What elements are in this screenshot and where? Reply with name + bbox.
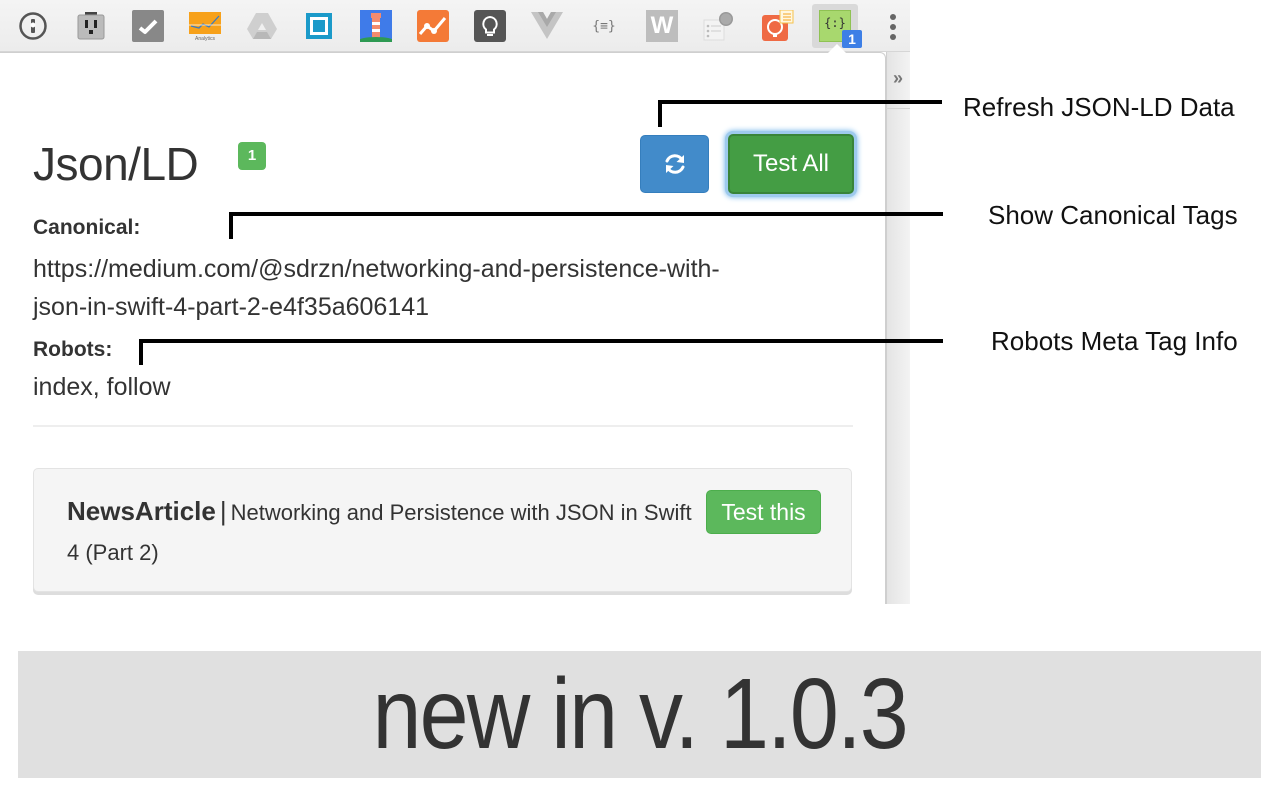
item-type: NewsArticle <box>67 496 216 526</box>
overflow-chevron-icon[interactable]: » <box>893 68 903 89</box>
browser-menu-icon[interactable] <box>885 12 901 42</box>
refresh-icon <box>665 154 684 174</box>
test-all-button[interactable]: Test All <box>728 134 854 194</box>
item-description: NewsArticle | Networking and Persistence w… <box>67 491 697 573</box>
callout-robots: Robots Meta Tag Info <box>991 326 1238 356</box>
idea-list-icon[interactable] <box>760 9 794 43</box>
version-banner-text: new in v. 1.0.3 <box>372 658 908 770</box>
count-badge: 1 <box>238 142 266 170</box>
lighthouse-icon[interactable] <box>359 9 393 43</box>
jsonld-extension-icon[interactable]: {:} 1 <box>812 4 862 48</box>
jsonld-item-card: NewsArticle | Networking and Persistence w… <box>33 468 852 592</box>
canonical-label: Canonical: <box>33 216 141 239</box>
checkmark-extension-icon[interactable] <box>131 9 165 43</box>
robots-value: index, follow <box>33 373 171 401</box>
divider <box>33 425 853 427</box>
1password-icon[interactable] <box>16 9 50 43</box>
callout-line-canonical <box>229 212 233 239</box>
canonical-url-line1: https://medium.com/@sdrzn/networking-and… <box>33 255 720 283</box>
divider <box>886 108 910 109</box>
callout-canonical: Show Canonical Tags <box>988 200 1238 230</box>
item-separator: | <box>219 496 227 526</box>
refresh-button[interactable] <box>640 135 709 193</box>
browser-toolbar: Analytics {≡} W {:} 1 <box>0 0 910 52</box>
version-banner: new in v. 1.0.3 <box>18 651 1261 778</box>
outlet-icon[interactable] <box>74 9 108 43</box>
analytics-icon[interactable]: Analytics <box>188 9 222 43</box>
callout-line-canonical <box>229 212 943 216</box>
square-frame-icon[interactable] <box>302 9 336 43</box>
callout-refresh: Refresh JSON-LD Data <box>963 92 1235 122</box>
popup-arrow <box>828 44 846 53</box>
svg-text:Analytics: Analytics <box>195 36 216 42</box>
browser-side-strip <box>886 52 910 604</box>
canonical-url-line2: json-in-swift-4-part-2-e4f35a606141 <box>33 293 430 321</box>
callout-line-refresh <box>658 100 942 104</box>
page-title: Json/LD <box>33 138 199 190</box>
vue-icon[interactable] <box>530 9 564 43</box>
lightbulb-icon[interactable] <box>473 9 507 43</box>
drive-icon[interactable] <box>245 9 279 43</box>
test-this-button[interactable]: Test this <box>706 490 821 534</box>
robots-label: Robots: <box>33 338 113 361</box>
tasks-clock-icon[interactable] <box>702 9 736 43</box>
callout-line-refresh <box>658 100 662 127</box>
callout-line-robots <box>139 339 943 343</box>
json-formatter-icon[interactable]: {≡} <box>587 9 621 43</box>
trend-chart-icon[interactable] <box>416 9 450 43</box>
w-extension-icon[interactable]: W <box>645 9 679 43</box>
